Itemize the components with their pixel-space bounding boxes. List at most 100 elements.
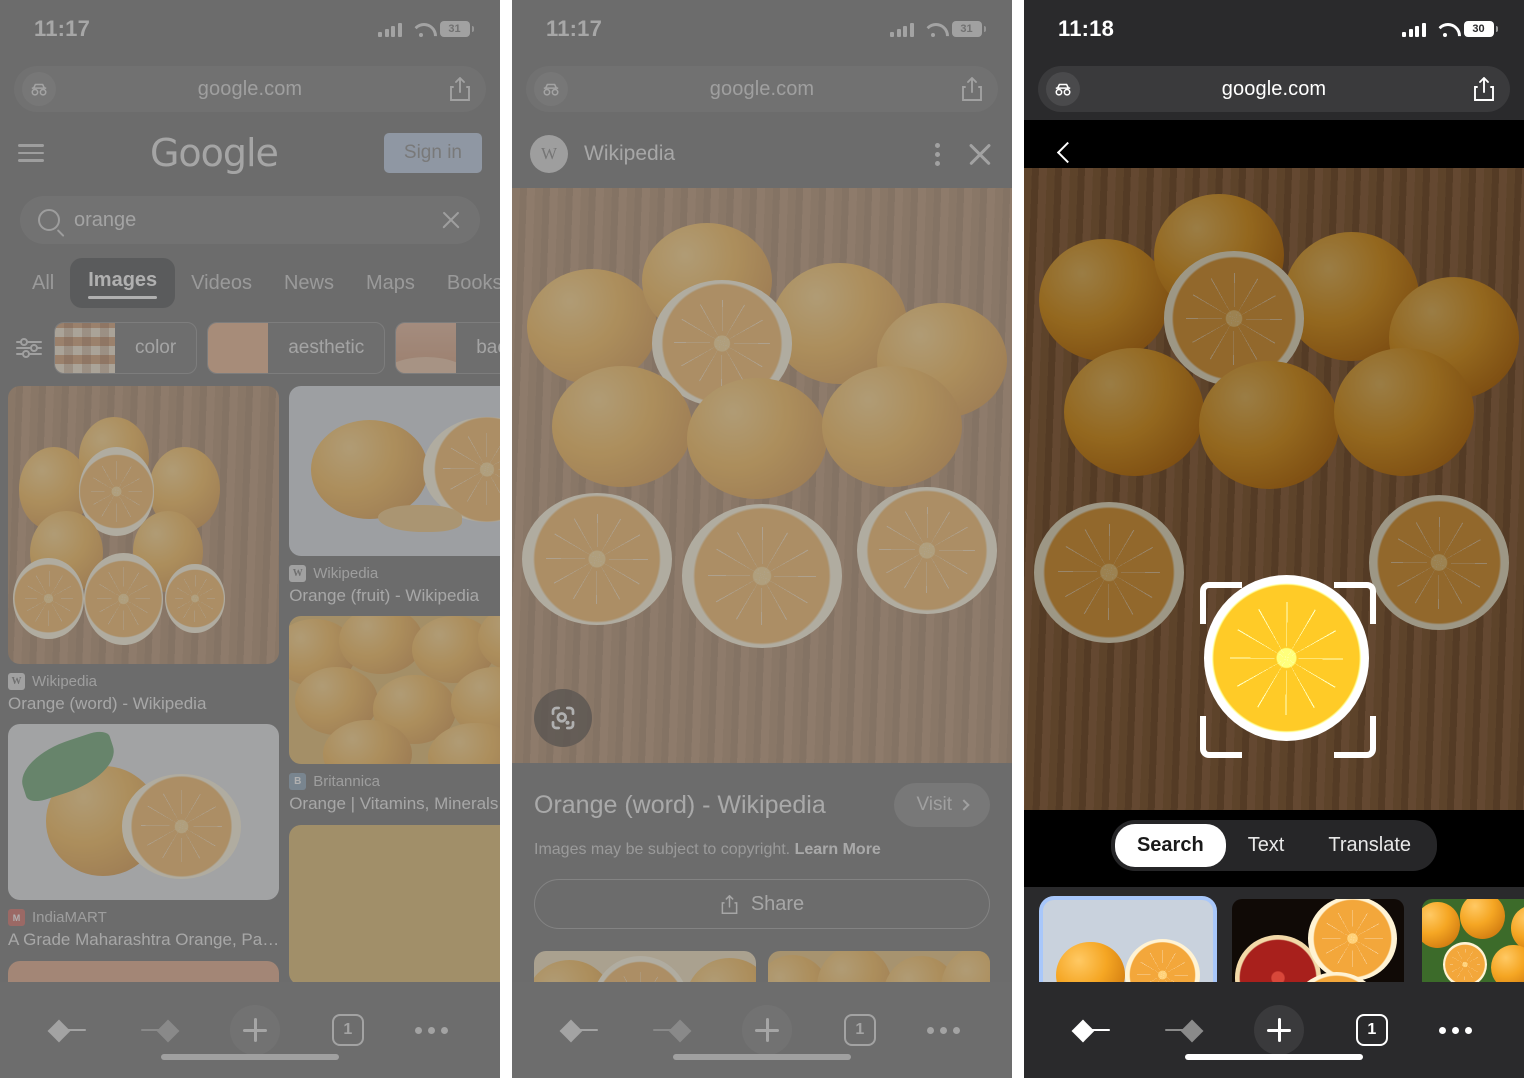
result-source: B Britannica (289, 773, 500, 791)
status-time: 11:17 (546, 16, 603, 41)
forward-button[interactable] (1165, 1011, 1203, 1049)
chip-label-color: color (135, 337, 177, 358)
more-options-button[interactable] (1439, 1026, 1473, 1034)
home-indicator (673, 1054, 851, 1060)
cellular-signal-icon (890, 22, 914, 37)
filter-sliders-icon[interactable] (14, 335, 44, 361)
battery-icon: 31 (951, 21, 986, 37)
browser-url-bar: google.com (0, 58, 500, 120)
battery-icon: 31 (439, 21, 474, 37)
close-icon[interactable] (966, 140, 994, 168)
search-vertical-tabs: All Images Videos News Maps Books Fligh (0, 258, 500, 308)
cellular-signal-icon (1402, 22, 1426, 37)
lens-mode-text[interactable]: Text (1226, 824, 1307, 867)
result-thumbnail[interactable] (8, 386, 280, 664)
more-options-button[interactable] (415, 1026, 449, 1034)
tab-all[interactable]: All (16, 262, 70, 305)
copyright-notice: Images may be subject to copyright. Lear… (534, 841, 990, 859)
filter-chip-background[interactable]: back (395, 322, 500, 374)
lens-selection-frame[interactable] (1200, 582, 1376, 758)
source-name: Wikipedia (32, 673, 98, 690)
forward-button[interactable] (653, 1011, 691, 1049)
learn-more-link[interactable]: Learn More (795, 841, 881, 858)
wifi-icon (1435, 22, 1455, 37)
back-button[interactable] (1075, 1011, 1114, 1049)
result-thumbnail-partial[interactable] (289, 824, 500, 985)
more-options-button[interactable] (927, 1026, 961, 1034)
result-thumbnail[interactable] (289, 386, 500, 556)
search-input[interactable]: orange (74, 209, 426, 232)
result-card[interactable]: M IndiaMART A Grade Maharashtra Orange, … (8, 724, 280, 950)
crop-corner-bottom-left[interactable] (1200, 716, 1242, 758)
share-icon[interactable] (960, 76, 984, 102)
tab-books[interactable]: Books (431, 262, 500, 305)
share-button[interactable]: Share (534, 879, 990, 929)
result-caption[interactable]: A Grade Maharashtra Orange, Pa… (8, 929, 279, 950)
forward-button[interactable] (141, 1011, 179, 1049)
url-pill[interactable]: google.com (14, 66, 486, 112)
incognito-icon (534, 72, 568, 106)
lens-image-stage[interactable] (1024, 120, 1524, 810)
tab-videos[interactable]: Videos (175, 262, 268, 305)
cellular-signal-icon (378, 22, 402, 37)
chip-swatch-background (396, 323, 457, 373)
result-thumbnail[interactable] (8, 724, 280, 901)
result-caption[interactable]: Orange (fruit) - Wikipedia (289, 585, 500, 606)
incognito-icon (1046, 72, 1080, 106)
result-card[interactable]: B Britannica Orange | Vitamins, Minerals… (289, 616, 500, 814)
share-icon[interactable] (1472, 76, 1496, 102)
visit-label: Visit (916, 794, 952, 815)
new-tab-button[interactable] (742, 1005, 793, 1055)
filter-chip-color[interactable]: color (54, 322, 198, 374)
image-title: Orange (word) - Wikipedia (534, 790, 826, 819)
crop-corner-bottom-right[interactable] (1334, 716, 1376, 758)
status-bar: 11:18 30 (1024, 0, 1524, 58)
url-pill[interactable]: google.com (1038, 66, 1510, 112)
britannica-favicon: B (289, 773, 307, 791)
chevron-left-icon[interactable] (1052, 138, 1082, 168)
url-text: google.com (1221, 77, 1327, 100)
tab-count-button[interactable]: 1 (331, 1014, 364, 1046)
browser-bottom-toolbar: 1 (512, 982, 1012, 1078)
result-card[interactable]: W Wikipedia Orange (word) - Wikipedia (8, 386, 280, 714)
hero-image[interactable] (512, 188, 1012, 763)
tab-news[interactable]: News (268, 262, 350, 305)
source-name: Wikipedia (313, 565, 379, 582)
lens-mode-search[interactable]: Search (1114, 824, 1226, 867)
google-lens-button[interactable] (534, 689, 592, 747)
new-tab-button[interactable] (230, 1005, 281, 1055)
sign-in-button[interactable]: Sign in (383, 133, 482, 173)
tab-count-button[interactable]: 1 (1355, 1014, 1388, 1046)
hamburger-menu-icon[interactable] (18, 144, 44, 162)
tab-count-button[interactable]: 1 (843, 1014, 876, 1046)
share-icon[interactable] (448, 76, 472, 102)
url-pill[interactable]: google.com (526, 66, 998, 112)
lens-mode-translate[interactable]: Translate (1306, 824, 1433, 867)
wikipedia-favicon: W (8, 673, 25, 690)
chip-label-aesthetic: aesthetic (288, 337, 365, 358)
tab-maps[interactable]: Maps (350, 262, 431, 305)
visit-button[interactable]: Visit (894, 783, 990, 827)
wifi-icon (411, 22, 431, 37)
battery-level-text: 31 (951, 21, 982, 37)
result-thumbnail[interactable] (289, 616, 500, 765)
result-caption[interactable]: Orange | Vitamins, Minerals & Hea… (289, 793, 500, 814)
source-site-name: Wikipedia (584, 142, 676, 165)
filter-chip-aesthetic[interactable]: aesthetic (207, 322, 386, 374)
result-card[interactable]: W Wikipedia Orange (fruit) - Wikipedia (289, 386, 500, 606)
filter-chip-row: color aesthetic back (0, 308, 500, 374)
browser-bottom-toolbar: 1 (0, 982, 500, 1078)
crop-corner-top-left[interactable] (1200, 582, 1242, 624)
tab-images[interactable]: Images (70, 258, 176, 308)
status-bar: 11:17 31 (0, 0, 500, 58)
crop-corner-top-right[interactable] (1334, 582, 1376, 624)
vertical-dots-icon[interactable] (925, 139, 950, 170)
new-tab-button[interactable] (1254, 1005, 1305, 1055)
back-button[interactable] (563, 1011, 602, 1049)
clear-icon[interactable] (440, 209, 462, 231)
result-caption[interactable]: Orange (word) - Wikipedia (8, 693, 279, 714)
source-name: Britannica (313, 773, 380, 791)
back-button[interactable] (51, 1011, 90, 1049)
search-box[interactable]: orange (20, 196, 480, 244)
battery-level-text: 30 (1463, 21, 1494, 37)
